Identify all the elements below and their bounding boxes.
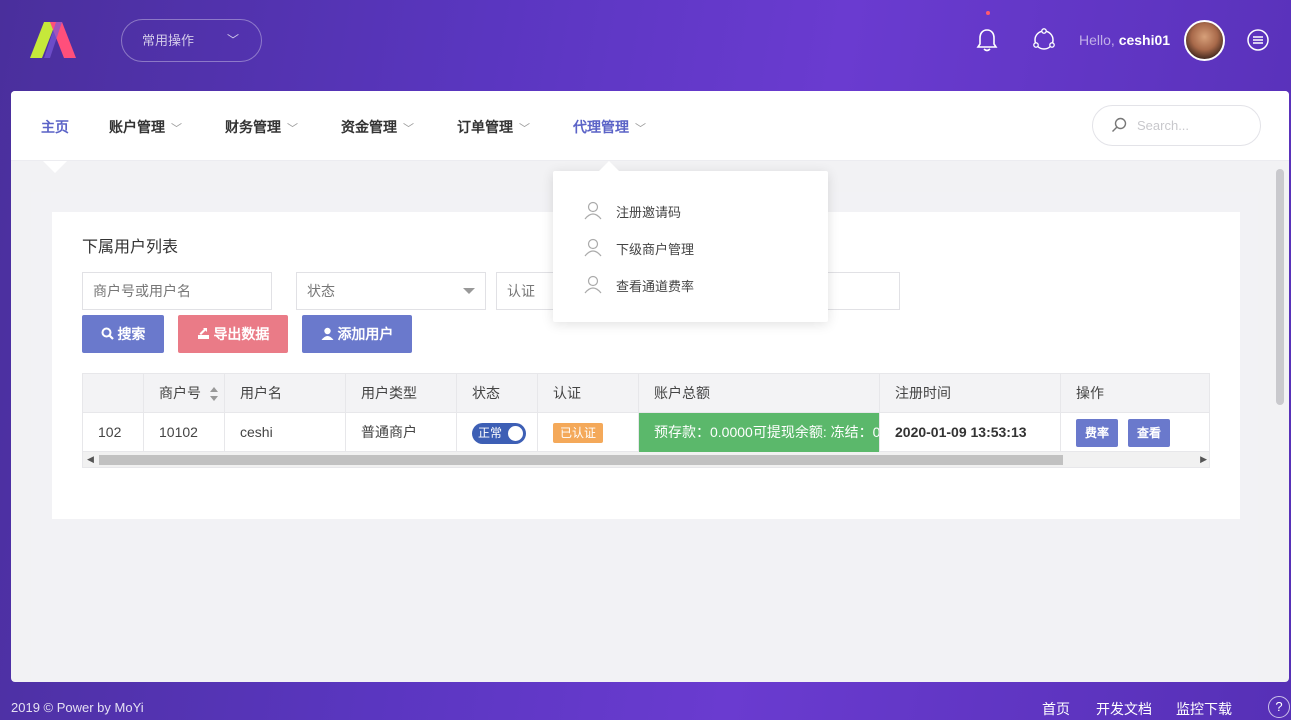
menu-icon[interactable] — [1247, 29, 1269, 51]
sort-icon[interactable] — [210, 387, 218, 401]
nav-item-home[interactable]: 主页 — [41, 117, 69, 137]
vertical-scrollbar[interactable] — [1276, 169, 1284, 405]
column-header-actions: 操作 — [1076, 385, 1104, 401]
nav-item-account[interactable]: 账户管理 ﹀ — [109, 117, 182, 137]
status-select[interactable]: 状态 — [296, 272, 486, 310]
scroll-left-icon[interactable]: ◀ — [87, 454, 94, 465]
search-button[interactable]: 搜索 — [82, 315, 164, 353]
nav-item-agent[interactable]: 代理管理 ﹀ — [573, 117, 646, 137]
page-title: 下属用户列表 — [82, 239, 179, 256]
nav-active-caret — [43, 161, 67, 173]
search-input[interactable]: Search... — [1092, 105, 1261, 146]
chevron-down-icon: ﹀ — [403, 123, 414, 135]
cell-balance: 预存款：0.0000可提现余额: 冻结：0 — [639, 413, 880, 452]
cell-auth: 已认证 — [538, 413, 639, 452]
column-header-label: 商户号 — [159, 385, 201, 401]
dropdown-item-label: 下级商户管理 — [616, 242, 695, 257]
user-icon — [584, 238, 602, 257]
column-header-status: 状态 — [457, 374, 538, 413]
column-header-reg-time: 注册时间 — [880, 374, 1061, 413]
chevron-down-icon: ﹀ — [226, 33, 239, 47]
nav-item-label: 财务管理 — [225, 119, 281, 135]
chevron-down-icon: ﹀ — [287, 123, 298, 135]
status-toggle[interactable]: 正常 — [472, 422, 526, 444]
chevron-down-icon: ﹀ — [635, 123, 646, 135]
cell-id: 102 — [83, 413, 144, 452]
nav-item-label: 订单管理 — [457, 119, 513, 135]
quick-ops-dropdown[interactable]: 常用操作 ﹀ — [121, 19, 262, 62]
main-nav: 主页 账户管理 ﹀ 财务管理 ﹀ 资金管理 ﹀ 订单管理 ﹀ 代理管理 ﹀ Search.… — [11, 91, 1289, 161]
agent-dropdown-menu: 注册邀请码 下级商户管理 查看通道费率 — [553, 161, 828, 322]
add-user-button[interactable]: 添加用户 — [302, 315, 412, 353]
quick-ops-label: 常用操作 — [142, 33, 195, 48]
nav-item-finance[interactable]: 财务管理 ﹀ — [225, 117, 298, 137]
bell-icon[interactable] — [976, 28, 998, 52]
status-toggle-label: 正常 — [478, 425, 503, 440]
cell-user-type: 普通商户 — [346, 413, 457, 452]
column-header-user-type: 用户类型 — [346, 374, 457, 413]
auth-badge: 已认证 — [553, 423, 604, 444]
help-icon[interactable]: ? — [1268, 696, 1290, 718]
scroll-right-icon[interactable]: ▶ — [1200, 454, 1207, 465]
user-icon — [584, 275, 602, 294]
caret-down-icon — [463, 288, 475, 294]
user-icon — [584, 201, 602, 220]
avatar[interactable] — [1184, 20, 1225, 61]
search-icon — [1112, 117, 1127, 132]
export-icon — [197, 328, 209, 339]
dropdown-item-label: 查看通道费率 — [616, 279, 695, 294]
cell-merchant-no: 10102 — [144, 413, 225, 452]
cell-actions: 费率 查看 — [1061, 413, 1209, 452]
search-placeholder: Search... — [1137, 118, 1190, 133]
column-header-balance: 账户总额 — [639, 374, 880, 413]
merchant-search-placeholder: 商户号或用户名 — [93, 283, 191, 299]
nav-item-label: 资金管理 — [341, 119, 397, 135]
status-select-placeholder: 状态 — [307, 283, 335, 299]
username: ceshi01 — [1118, 32, 1171, 48]
chevron-down-icon: ﹀ — [519, 123, 530, 135]
greeting-prefix: Hello, — [1079, 32, 1115, 48]
logo-icon[interactable] — [30, 22, 82, 58]
nav-item-label: 代理管理 — [573, 119, 629, 135]
user-icon — [321, 327, 334, 340]
user-table: 商户号 用户名 用户类型 状态 认证 账户总额 注册时间 操作 102 1010… — [82, 373, 1210, 468]
nav-item-label: 账户管理 — [109, 119, 165, 135]
cell-reg-time: 2020-01-09 13:53:13 — [880, 413, 1061, 452]
footer-link-home[interactable]: 首页 — [1042, 699, 1070, 719]
column-header-auth: 认证 — [538, 374, 639, 413]
footer-link-docs[interactable]: 开发文档 — [1096, 699, 1152, 719]
search-icon — [101, 327, 114, 340]
toggle-knob — [508, 425, 523, 441]
nav-item-funds[interactable]: 资金管理 ﹀ — [341, 117, 414, 137]
chevron-down-icon: ﹀ — [171, 123, 182, 135]
dropdown-item-label: 注册邀请码 — [616, 205, 682, 220]
search-button-label: 搜索 — [117, 326, 146, 342]
footer-link-monitor-download[interactable]: 监控下载 — [1176, 699, 1232, 719]
auth-select-placeholder: 认证 — [507, 283, 535, 299]
notification-dot — [986, 11, 990, 15]
view-button[interactable]: 查看 — [1128, 419, 1171, 448]
top-bar: 常用操作 ﹀ Hello, ceshi01 — [0, 0, 1291, 90]
column-header-merchant-no[interactable]: 商户号 — [144, 374, 225, 413]
sync-icon[interactable] — [1032, 28, 1056, 52]
footer-copyright: 2019 © Power by MoYi — [11, 700, 144, 715]
column-header-id — [83, 374, 144, 413]
user-greeting[interactable]: Hello, ceshi01 — [1079, 32, 1170, 48]
export-button[interactable]: 导出数据 — [178, 315, 288, 353]
cell-username: ceshi — [225, 413, 346, 452]
scrollbar-thumb[interactable] — [99, 455, 1063, 465]
nav-item-orders[interactable]: 订单管理 ﹀ — [457, 117, 530, 137]
export-button-label: 导出数据 — [213, 326, 270, 342]
column-header-username: 用户名 — [225, 374, 346, 413]
merchant-search-input[interactable]: 商户号或用户名 — [82, 272, 272, 310]
add-user-button-label: 添加用户 — [337, 326, 394, 342]
rate-button[interactable]: 费率 — [1076, 419, 1119, 448]
table-row: 102 10102 ceshi 普通商户 正常 已认证 预存款：0.0000可提… — [83, 413, 1209, 452]
nav-item-label: 主页 — [41, 119, 69, 135]
table-header: 商户号 用户名 用户类型 状态 认证 账户总额 注册时间 操作 — [83, 374, 1209, 413]
horizontal-scrollbar[interactable]: ◀ ▶ — [83, 452, 1209, 467]
cell-status: 正常 — [457, 413, 538, 452]
